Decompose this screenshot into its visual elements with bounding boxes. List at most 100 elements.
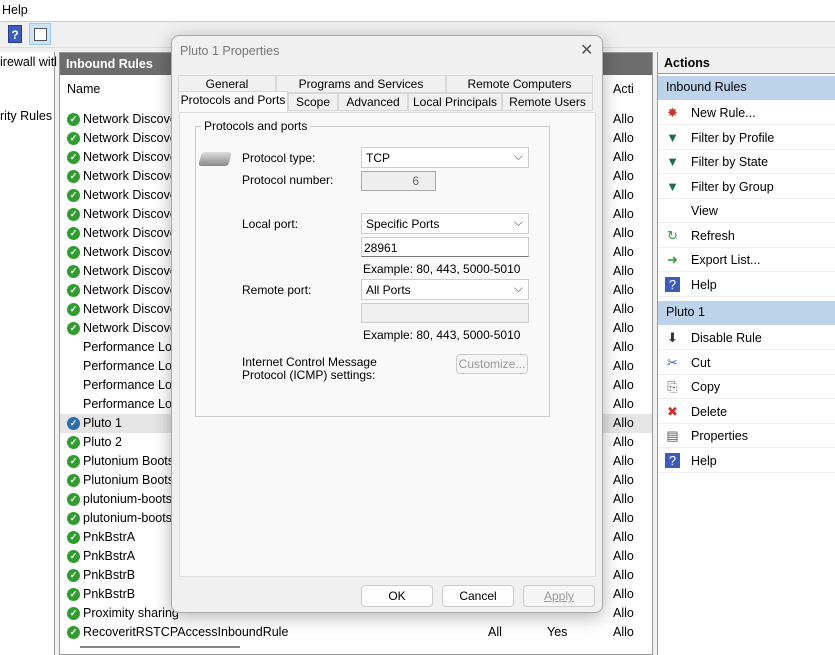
- remote-port-select[interactable]: All Ports: [361, 279, 529, 300]
- action-disable-rule[interactable]: ⬇ Disable Rule: [658, 326, 835, 350]
- action-filter-by-state[interactable]: ▼ Filter by State: [658, 150, 835, 174]
- rule-action: Allo: [613, 283, 634, 297]
- enabled-check-icon: ✓: [67, 303, 80, 316]
- rule-name: Pluto 2: [83, 435, 122, 449]
- local-port-input[interactable]: 28961: [361, 237, 529, 257]
- rule-action: Allo: [613, 150, 634, 164]
- enabled-check-icon: ✓: [67, 227, 80, 240]
- tab-local-principals[interactable]: Local Principals: [408, 93, 502, 111]
- action-export-list[interactable]: ➜ Export List...: [658, 248, 835, 272]
- rule-name: Network Discove: [83, 150, 177, 164]
- action-copy[interactable]: ⎘ Copy: [658, 375, 835, 399]
- tab-remote-computers[interactable]: Remote Computers: [446, 75, 593, 93]
- action-filter-by-group[interactable]: ▼ Filter by Group: [658, 175, 835, 199]
- rule-action: Allo: [613, 492, 634, 506]
- help-icon[interactable]: ?: [8, 25, 22, 43]
- actions-section-header[interactable]: Inbound Rules: [658, 76, 835, 100]
- ok-button[interactable]: OK: [361, 585, 433, 607]
- menu-help[interactable]: Help: [2, 3, 28, 17]
- close-icon[interactable]: ✕: [580, 40, 593, 60]
- actions-pane: Actions Inbound Rules ✸ New Rule... ▼ Filter…: [657, 52, 835, 655]
- rule-name: plutonium-boots: [83, 492, 172, 506]
- rule-name: Performance Log: [83, 378, 179, 392]
- enabled-check-icon: ✓: [67, 189, 80, 202]
- enabled-check-icon: ✓: [67, 531, 80, 544]
- enabled-check-icon: ✓: [67, 151, 80, 164]
- rule-action: Allo: [613, 264, 634, 278]
- rule-name: Network Discove: [83, 169, 177, 183]
- rule-action: Allo: [613, 473, 634, 487]
- rule-action: Allo: [613, 435, 634, 449]
- tab-remote-users[interactable]: Remote Users: [502, 93, 593, 111]
- action-help[interactable]: ? Help: [658, 273, 835, 297]
- column-header-action[interactable]: Acti: [613, 82, 634, 96]
- rule-action: Allo: [613, 606, 634, 620]
- rule-action: Allo: [613, 568, 634, 582]
- rule-action: Allo: [613, 378, 634, 392]
- rule-action: Allo: [613, 321, 634, 335]
- action-new-rule[interactable]: ✸ New Rule...: [658, 101, 835, 125]
- rule-name: Network Discove: [83, 283, 177, 297]
- copy-icon: ⎘: [667, 379, 678, 394]
- delete-icon: ✖: [667, 403, 678, 419]
- properties-dialog: Pluto 1 Properties ✕ General Programs an…: [171, 35, 603, 613]
- action-filter-by-profile[interactable]: ▼ Filter by Profile: [658, 126, 835, 150]
- rule-name: Plutonium Boots: [83, 473, 175, 487]
- show-hide-action-pane-icon[interactable]: [29, 23, 51, 45]
- remote-port-label: Remote port:: [242, 283, 312, 297]
- tab-scope[interactable]: Scope: [288, 93, 338, 111]
- tree-item-firewall[interactable]: irewall witl: [0, 55, 57, 69]
- rule-action: Allo: [613, 112, 634, 126]
- rule-action: Allo: [613, 587, 634, 601]
- enabled-check-icon: ✓: [67, 550, 80, 563]
- column-header-name[interactable]: Name: [67, 82, 100, 96]
- protocol-type-select[interactable]: TCP: [361, 147, 529, 168]
- tree-item-security-rules[interactable]: rity Rules: [0, 109, 52, 123]
- remote-port-input[interactable]: [361, 303, 529, 323]
- help-icon: ?: [665, 452, 680, 468]
- cancel-button[interactable]: Cancel: [442, 585, 514, 607]
- rule-name: PnkBstrB: [83, 587, 136, 601]
- enabled-check-icon: ✓: [67, 170, 80, 183]
- action-label: Export List...: [691, 253, 761, 267]
- apply-button[interactable]: Apply: [523, 585, 595, 607]
- action-cut[interactable]: ✂ Cut: [658, 351, 835, 375]
- local-port-select[interactable]: Specific Ports: [361, 213, 529, 234]
- action-delete[interactable]: ✖ Delete: [658, 400, 835, 424]
- action-label: Filter by State: [691, 155, 769, 169]
- table-row[interactable]: ✓ RecoveritRSTCPAccessInboundRule All Yes Al…: [60, 623, 652, 642]
- horizontal-scrollbar[interactable]: [80, 646, 240, 648]
- rule-name: Performance Log: [83, 359, 179, 373]
- enabled-check-icon: ✓: [67, 569, 80, 582]
- enabled-check-icon: ✓: [67, 284, 80, 297]
- rule-name: Network Discove: [83, 226, 177, 240]
- tab-advanced[interactable]: Advanced: [338, 93, 408, 111]
- action-view[interactable]: View: [658, 199, 835, 223]
- rule-profile: All: [488, 625, 502, 639]
- enabled-check-icon: ✓: [67, 208, 80, 221]
- local-port-label: Local port:: [242, 217, 299, 231]
- actions-section-header[interactable]: Pluto 1: [658, 301, 835, 325]
- rule-name: Network Discove: [83, 112, 177, 126]
- menu-bar: Help: [0, 0, 835, 22]
- rule-action: Allo: [613, 530, 634, 544]
- action-help[interactable]: ? Help: [658, 449, 835, 473]
- protocol-number-stepper[interactable]: 6: [361, 171, 436, 191]
- tab-protocols-and-ports[interactable]: Protocols and Ports: [178, 91, 288, 112]
- remote-port-example: Example: 80, 443, 5000-5010: [363, 328, 521, 342]
- rule-name: Performance Log: [83, 340, 179, 354]
- rule-name: Network Discove: [83, 245, 177, 259]
- action-label: New Rule...: [691, 106, 756, 120]
- enabled-check-icon: ✓: [67, 417, 80, 430]
- enabled-check-icon: ✓: [67, 474, 80, 487]
- enabled-check-icon: ✓: [67, 322, 80, 335]
- customize-button[interactable]: Customize...: [456, 354, 528, 374]
- protocol-type-label: Protocol type:: [242, 151, 316, 165]
- action-refresh[interactable]: ↻ Refresh: [658, 224, 835, 248]
- action-label: Cut: [691, 355, 711, 370]
- enabled-check-icon: ✓: [67, 436, 80, 449]
- action-properties[interactable]: ▤ Properties: [658, 424, 835, 448]
- rule-action: Allo: [613, 625, 634, 639]
- rule-name: Pluto 1: [83, 416, 122, 430]
- tab-programs-and-services[interactable]: Programs and Services: [276, 75, 446, 93]
